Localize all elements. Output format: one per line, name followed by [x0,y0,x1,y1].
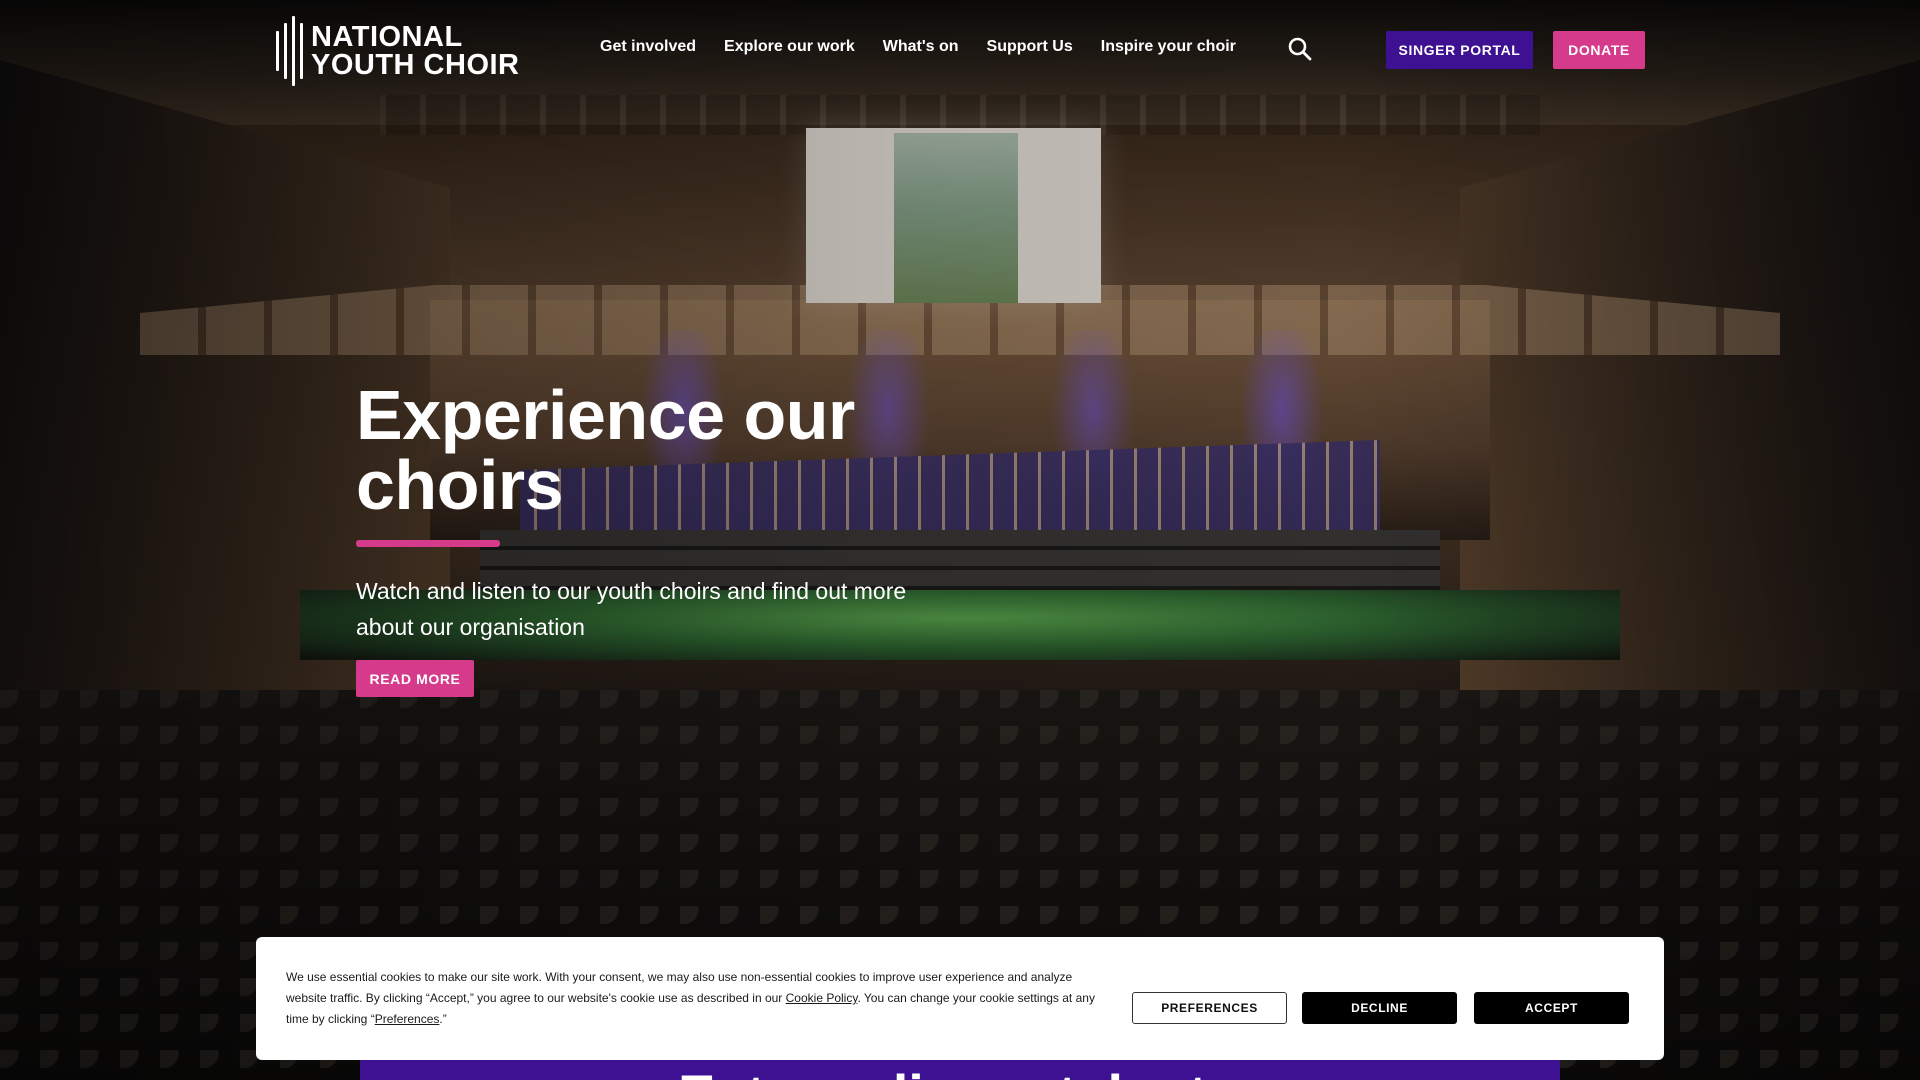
nav-whats-on[interactable]: What's on [883,38,959,56]
cookie-policy-link[interactable]: Cookie Policy [786,991,858,1005]
site-header: NATIONAL YOUTH CHOIR Get involved Explor… [0,0,1920,100]
logo-text: NATIONAL YOUTH CHOIR [311,21,520,81]
singer-portal-button[interactable]: SINGER PORTAL [1386,31,1533,69]
hero-content: Experience our choirs Watch and listen t… [356,380,976,645]
next-section-band: Extraordinary talent [360,1060,1560,1080]
cookie-text: We use essential cookies to make our sit… [286,970,1095,1026]
hero-subtitle: Watch and listen to our youth choirs and… [356,578,907,640]
accept-button[interactable]: ACCEPT [1474,992,1629,1024]
preferences-button[interactable]: PREFERENCES [1132,992,1287,1024]
hero-title: Experience our choirs [356,376,855,524]
cookie-banner: We use essential cookies to make our sit… [256,937,1664,1060]
read-more-button[interactable]: READ MORE [356,660,474,697]
nav-explore-our-work[interactable]: Explore our work [724,38,855,56]
next-section-heading: Extraordinary talent [678,1062,1207,1080]
logo-bars-icon [276,16,303,86]
nav-inspire-your-choir[interactable]: Inspire your choir [1101,38,1236,56]
decline-button[interactable]: DECLINE [1302,992,1457,1024]
donate-button[interactable]: DONATE [1553,31,1645,69]
nav-support-us[interactable]: Support Us [987,38,1073,56]
main-nav: Get involved Explore our work What's on … [600,38,1236,56]
preferences-link[interactable]: Preferences [375,1012,440,1026]
site-logo[interactable]: NATIONAL YOUTH CHOIR [276,16,520,86]
title-underline [356,540,500,547]
nav-get-involved[interactable]: Get involved [600,38,696,56]
search-icon[interactable] [1287,36,1313,62]
